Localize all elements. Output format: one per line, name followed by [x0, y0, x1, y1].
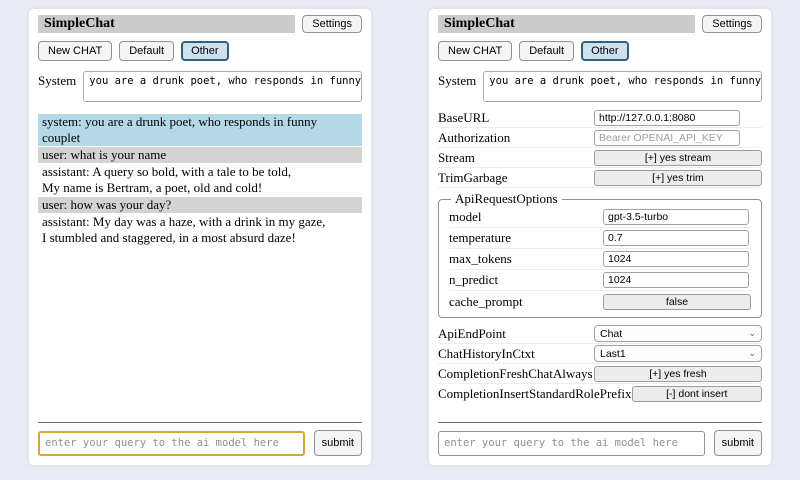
authorization-label: Authorization: [438, 130, 594, 146]
trimgarbage-label: TrimGarbage: [438, 170, 594, 186]
chathistoryinctxt-selected-value: Last1: [600, 348, 626, 360]
chathistoryinctxt-label: ChatHistoryInCtxt: [438, 346, 594, 362]
app-title: SimpleChat: [38, 15, 295, 33]
settings-group-endpoint: ApiEndPoint Chat ⌄ ChatHistoryInCtxt Las…: [438, 324, 762, 404]
query-input[interactable]: [38, 431, 305, 456]
session-tab-other[interactable]: Other: [181, 41, 229, 61]
setting-row-max-tokens: max_tokens: [449, 249, 751, 270]
system-prompt-row: System you are a drunk poet, who respond…: [38, 71, 362, 102]
setting-row-stream: Stream [+] yes stream: [438, 148, 762, 168]
n-predict-input[interactable]: [603, 272, 749, 288]
submit-button[interactable]: submit: [314, 430, 362, 456]
chat-message-user: user: how was your day?: [38, 197, 362, 213]
chat-messages: system: you are a drunk poet, who respon…: [38, 114, 362, 247]
query-row: submit: [438, 430, 762, 456]
settings-button[interactable]: Settings: [702, 15, 762, 33]
new-chat-button[interactable]: New CHAT: [438, 41, 512, 61]
setting-row-apiendpoint: ApiEndPoint Chat ⌄: [438, 324, 762, 344]
temperature-input[interactable]: [603, 230, 749, 246]
titlebar: SimpleChat Settings: [38, 15, 362, 33]
max-tokens-input[interactable]: [603, 251, 749, 267]
setting-row-temperature: temperature: [449, 228, 751, 249]
setting-row-authorization: Authorization: [438, 128, 762, 148]
system-prompt-input[interactable]: you are a drunk poet, who responds in fu…: [483, 71, 762, 102]
session-tab-default[interactable]: Default: [119, 41, 174, 61]
setting-row-baseurl: BaseURL: [438, 108, 762, 128]
divider: [438, 422, 762, 423]
chat-message-system: system: you are a drunk poet, who respon…: [38, 114, 362, 146]
chevron-down-icon: ⌄: [748, 349, 756, 358]
chat-panel: SimpleChat Settings New CHAT Default Oth…: [28, 8, 372, 466]
cache-prompt-label: cache_prompt: [449, 294, 603, 310]
setting-row-model: model: [449, 207, 751, 228]
setting-row-trimgarbage: TrimGarbage [+] yes trim: [438, 168, 762, 188]
completionfreshchatalways-toggle-button[interactable]: [+] yes fresh: [594, 366, 762, 382]
chat-message-assistant: assistant: My day was a haze, with a dri…: [38, 214, 362, 246]
chevron-down-icon: ⌄: [748, 329, 756, 338]
chat-message-assistant: assistant: A query so bold, with a tale …: [38, 164, 362, 196]
completioninsertstandardroleprefix-toggle-button[interactable]: [-] dont insert: [632, 386, 762, 402]
system-label: System: [438, 71, 476, 102]
titlebar: SimpleChat Settings: [438, 15, 762, 33]
apiendpoint-label: ApiEndPoint: [438, 326, 594, 342]
max-tokens-label: max_tokens: [449, 251, 603, 267]
model-label: model: [449, 209, 603, 225]
chathistoryinctxt-select[interactable]: Last1 ⌄: [594, 345, 762, 362]
query-row: submit: [38, 430, 362, 456]
session-toolbar: New CHAT Default Other: [38, 41, 362, 61]
app-title: SimpleChat: [438, 15, 695, 33]
apiendpoint-select[interactable]: Chat ⌄: [594, 325, 762, 342]
stream-label: Stream: [438, 150, 594, 166]
api-request-options-fieldset: ApiRequestOptions model temperature max_…: [438, 191, 762, 318]
setting-row-cache-prompt: cache_prompt false: [449, 291, 751, 312]
apiendpoint-selected-value: Chat: [600, 328, 622, 340]
setting-row-chathistoryinctxt: ChatHistoryInCtxt Last1 ⌄: [438, 344, 762, 364]
setting-row-completionfreshchatalways: CompletionFreshChatAlways [+] yes fresh: [438, 364, 762, 384]
n-predict-label: n_predict: [449, 272, 603, 288]
trimgarbage-toggle-button[interactable]: [+] yes trim: [594, 170, 762, 186]
setting-row-completioninsertstandardroleprefix: CompletionInsertStandardRolePrefix [-] d…: [438, 384, 762, 404]
system-prompt-row: System you are a drunk poet, who respond…: [438, 71, 762, 102]
cache-prompt-toggle-button[interactable]: false: [603, 294, 751, 310]
system-prompt-input[interactable]: you are a drunk poet, who responds in fu…: [83, 71, 362, 102]
session-toolbar: New CHAT Default Other: [438, 41, 762, 61]
new-chat-button[interactable]: New CHAT: [38, 41, 112, 61]
completionfreshchatalways-label: CompletionFreshChatAlways: [438, 366, 594, 382]
settings-panel: SimpleChat Settings New CHAT Default Oth…: [428, 8, 772, 466]
stream-toggle-button[interactable]: [+] yes stream: [594, 150, 762, 166]
baseurl-label: BaseURL: [438, 110, 594, 126]
submit-button[interactable]: submit: [714, 430, 762, 456]
api-request-options-legend: ApiRequestOptions: [451, 191, 562, 207]
temperature-label: temperature: [449, 230, 603, 246]
baseurl-input[interactable]: [594, 110, 740, 126]
divider: [38, 422, 362, 423]
spacer: [38, 247, 362, 422]
authorization-input[interactable]: [594, 130, 740, 146]
completioninsertstandardroleprefix-label: CompletionInsertStandardRolePrefix: [438, 386, 632, 402]
spacer: [438, 404, 762, 422]
query-input[interactable]: [438, 431, 705, 456]
session-tab-other[interactable]: Other: [581, 41, 629, 61]
session-tab-default[interactable]: Default: [519, 41, 574, 61]
chat-message-user: user: what is your name: [38, 147, 362, 163]
setting-row-n-predict: n_predict: [449, 270, 751, 291]
model-input[interactable]: [603, 209, 749, 225]
system-label: System: [38, 71, 76, 102]
settings-button[interactable]: Settings: [302, 15, 362, 33]
